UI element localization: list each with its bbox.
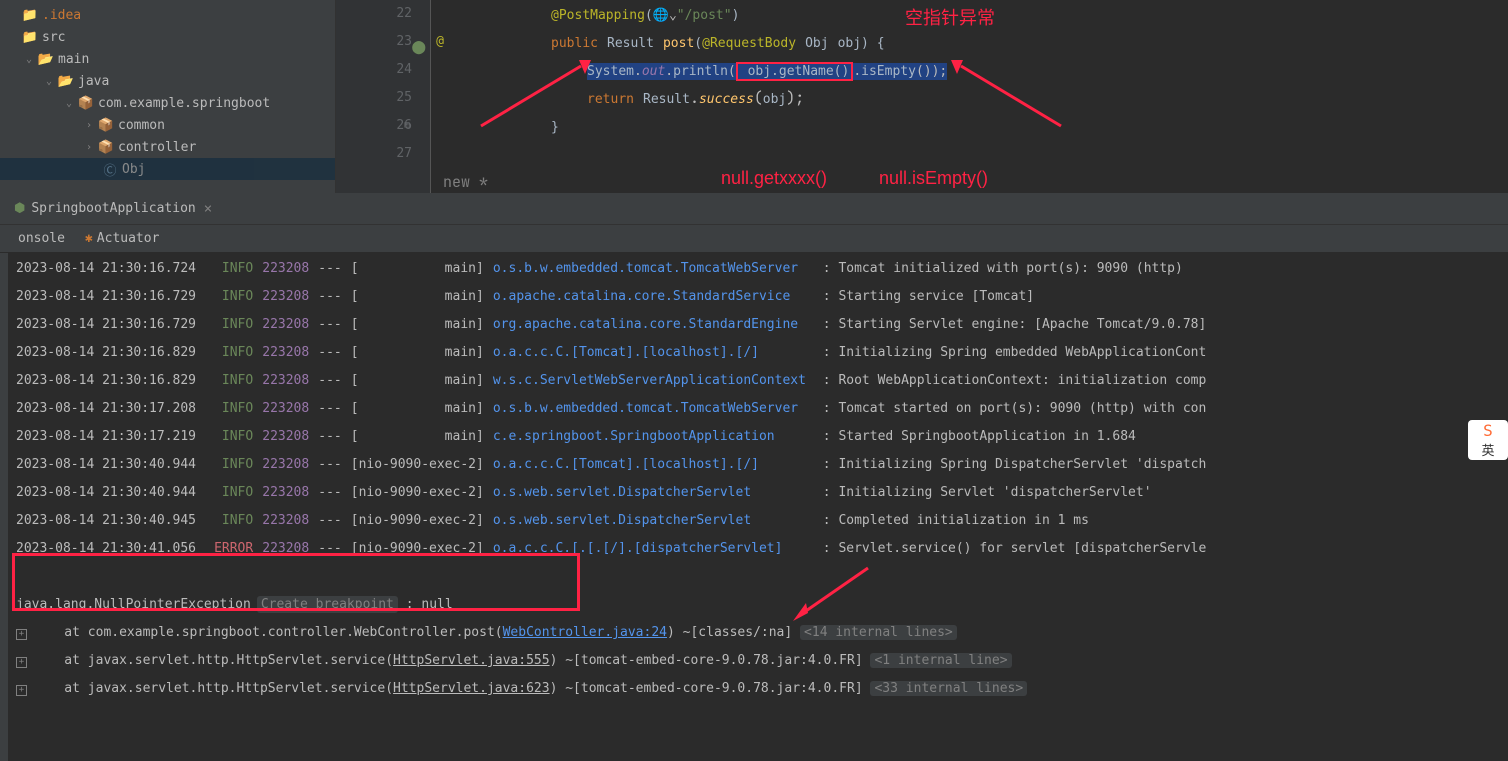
log-line: 2023-08-14 21:30:16.724 INFO 223208 --- … (8, 253, 1508, 281)
tree-label: Obj (122, 162, 145, 177)
log-line: 2023-08-14 21:30:16.829 INFO 223208 --- … (8, 337, 1508, 365)
line-number: 27 (336, 140, 412, 168)
folder-open-icon: 📂 (38, 51, 54, 67)
source-folder-icon: 📂 (58, 73, 74, 89)
line-number: 26⊟ (336, 112, 412, 140)
stacktrace-line: + at javax.servlet.http.HttpServlet.serv… (8, 673, 1508, 701)
tree-item-common[interactable]: › 📦 common (0, 114, 335, 136)
project-tree[interactable]: 📁 .idea 📁 src ⌄ 📂 main ⌄ 📂 java ⌄ 📦 com.… (0, 0, 336, 193)
spring-boot-icon: ⬢ (14, 201, 25, 216)
ime-label: 英 (1481, 440, 1494, 459)
exception-line[interactable]: java.lang.NullPointerExceptionCreate bre… (8, 589, 1508, 617)
tree-label: java (78, 74, 109, 89)
stacktrace-line: + at com.example.springboot.controller.W… (8, 617, 1508, 645)
spring-leaf-icon[interactable]: ⬤ (411, 34, 426, 62)
tree-label: com.example.springboot (98, 96, 270, 111)
class-icon: Ⓒ (102, 161, 118, 177)
log-line: 2023-08-14 21:30:17.219 INFO 223208 --- … (8, 421, 1508, 449)
tree-label: .idea (42, 8, 81, 23)
package-icon: 📦 (98, 139, 114, 155)
code-line-24[interactable]: System.out.println( obj.getName().isEmpt… (443, 56, 1508, 84)
tree-item-java[interactable]: ⌄ 📂 java (0, 70, 335, 92)
log-line: 2023-08-14 21:30:16.729 INFO 223208 --- … (8, 281, 1508, 309)
log-line: 2023-08-14 21:30:40.945 INFO 223208 --- … (8, 505, 1508, 533)
console-tab[interactable]: onsole (8, 225, 75, 253)
stacktrace-line: + at javax.servlet.http.HttpServlet.serv… (8, 645, 1508, 673)
sogou-icon: S (1483, 421, 1493, 440)
tree-arrow-icon[interactable]: › (82, 142, 96, 153)
log-line: 2023-08-14 21:30:16.729 INFO 223208 --- … (8, 309, 1508, 337)
log-line: 2023-08-14 21:30:17.208 INFO 223208 --- … (8, 393, 1508, 421)
tree-label: main (58, 52, 89, 67)
expand-icon[interactable]: + (16, 657, 27, 668)
tab-title: SpringbootApplication (31, 201, 195, 216)
log-line: 2023-08-14 21:30:16.829 INFO 223208 --- … (8, 365, 1508, 393)
editor-gutter: 22 23⬤@ 24 25 26⊟ 27 (336, 0, 431, 193)
tree-arrow-icon[interactable]: ⌄ (22, 54, 36, 65)
tree-item-package[interactable]: ⌄ 📦 com.example.springboot (0, 92, 335, 114)
folder-icon: 📁 (22, 29, 38, 45)
tree-arrow-icon[interactable]: ⌄ (42, 76, 56, 87)
fold-icon[interactable]: ⊟ (404, 112, 410, 140)
log-line: 2023-08-14 21:30:41.056 ERROR 223208 ---… (8, 533, 1508, 561)
source-link[interactable]: HttpServlet.java:623 (393, 681, 550, 696)
line-number: 24 (336, 56, 412, 84)
expand-icon[interactable]: + (16, 685, 27, 696)
tree-item-controller[interactable]: › 📦 controller (0, 136, 335, 158)
log-line: 2023-08-14 21:30:40.944 INFO 223208 --- … (8, 477, 1508, 505)
exception-link[interactable]: NullPointerException (94, 597, 251, 612)
run-tab[interactable]: ⬢ SpringbootApplication × (4, 193, 222, 225)
folded-frames[interactable]: <1 internal line> (870, 653, 1011, 668)
tree-item-src[interactable]: 📁 src (0, 26, 335, 48)
tree-label: common (118, 118, 165, 133)
source-link[interactable]: HttpServlet.java:555 (393, 653, 550, 668)
tree-label: controller (118, 140, 196, 155)
close-icon[interactable]: × (204, 201, 212, 217)
package-icon: 📦 (98, 117, 114, 133)
console-toolbar: onsole ✱ Actuator (0, 225, 1508, 253)
tree-item-main[interactable]: ⌄ 📂 main (0, 48, 335, 70)
tree-label: src (42, 30, 65, 45)
annotation-null-empty: null.isEmpty() (879, 168, 988, 189)
ime-indicator[interactable]: S 英 (1468, 420, 1508, 460)
tree-item-obj[interactable]: Ⓒ Obj (0, 158, 335, 180)
code-line-25[interactable]: return Result.success(obj); (443, 84, 1508, 112)
log-line: 2023-08-14 21:30:40.944 INFO 223208 --- … (8, 449, 1508, 477)
line-number: 25 (336, 84, 412, 112)
tree-arrow-icon[interactable]: ⌄ (62, 98, 76, 109)
line-number: 22 (336, 0, 412, 28)
folded-frames[interactable]: <33 internal lines> (870, 681, 1027, 696)
annotation-null-get: null.getxxxx() (721, 168, 827, 189)
folded-frames[interactable]: <14 internal lines> (800, 625, 957, 640)
create-breakpoint-button[interactable]: Create breakpoint (257, 596, 398, 613)
tree-arrow-icon[interactable]: › (82, 120, 96, 131)
code-line-26[interactable]: } (443, 112, 1508, 140)
package-icon: 📦 (78, 95, 94, 111)
code-line-27[interactable] (443, 140, 1508, 168)
console-output[interactable]: 2023-08-14 21:30:16.724 INFO 223208 --- … (0, 253, 1508, 761)
code-line-23[interactable]: public Result post(@RequestBody Obj obj)… (443, 28, 1508, 56)
source-link[interactable]: WebController.java:24 (503, 625, 667, 640)
expand-icon[interactable]: + (16, 629, 27, 640)
actuator-icon: ✱ (85, 231, 93, 246)
line-number: 23⬤@ (336, 28, 412, 56)
tree-item-idea[interactable]: 📁 .idea (0, 4, 335, 26)
folder-icon: 📁 (22, 7, 38, 23)
empty-line (8, 561, 1508, 589)
annotation-npe: 空指针异常 (905, 4, 995, 30)
globe-icon[interactable]: 🌐 (653, 8, 669, 23)
actuator-tab[interactable]: ✱ Actuator (75, 225, 169, 253)
run-tab-bar: ⬢ SpringbootApplication × 空指针异常 (0, 193, 1508, 225)
